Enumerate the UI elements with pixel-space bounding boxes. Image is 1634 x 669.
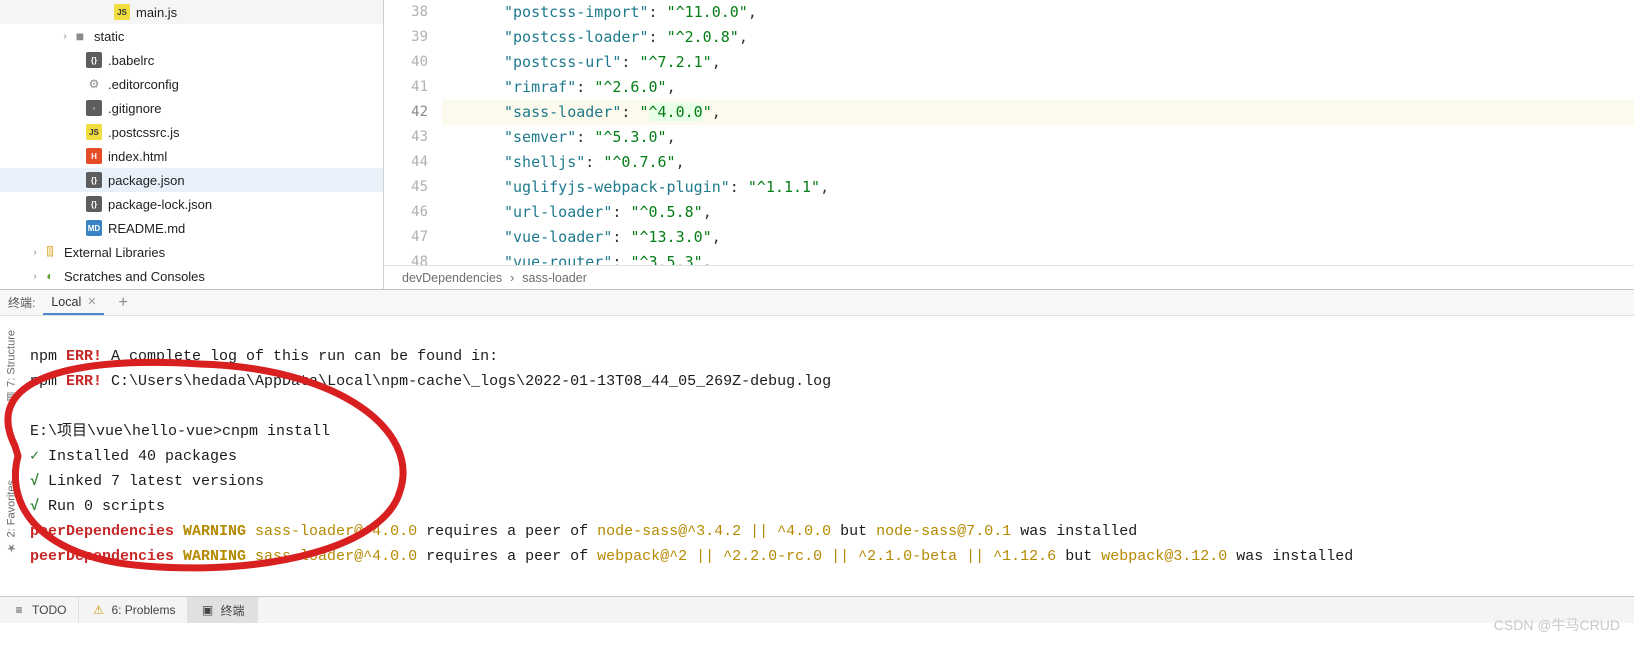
gear-icon: ⚙ (86, 76, 102, 92)
main-split: JSmain.js›■static{}.babelrc⚙.editorconfi… (0, 0, 1634, 289)
warning-icon: ⚠ (91, 603, 105, 617)
tree-item[interactable]: ›⫿⫿ External Libraries (0, 240, 383, 264)
terminal-line: npm ERR! C:\Users\hedada\AppData\Local\n… (30, 369, 1622, 394)
tree-item[interactable]: JS main.js (0, 0, 383, 24)
code-line[interactable]: "semver": "^5.3.0", (442, 125, 1634, 150)
terminal-icon: ▣ (200, 603, 214, 617)
favorites-tool[interactable]: ★2: Favorites (5, 480, 18, 554)
md-icon: MD (86, 220, 102, 236)
breadcrumb-item[interactable]: devDependencies (402, 271, 502, 285)
tree-item-label: index.html (108, 149, 167, 164)
watermark: CSDN @牛马CRUD (1494, 615, 1620, 635)
scratch-icon: ◐ (42, 268, 58, 284)
terminal-line: peerDependencies WARNING sass-loader@^4.… (30, 544, 1622, 569)
chevron-right-icon[interactable]: › (58, 31, 72, 42)
tree-item-label: package-lock.json (108, 197, 212, 212)
tree-item-label: README.md (108, 221, 185, 236)
code-lines[interactable]: "postcss-import": "^11.0.0","postcss-loa… (442, 0, 1634, 265)
chevron-right-icon: › (510, 271, 514, 285)
tree-item-label: .babelrc (108, 53, 154, 68)
terminal-label: 终端: (8, 294, 35, 311)
problems-tab[interactable]: ⚠6: Problems (79, 597, 188, 623)
code-line[interactable]: "vue-router": "^3.5.3", (442, 250, 1634, 265)
tree-item-label: package.json (108, 173, 185, 188)
close-icon[interactable]: ✕ (87, 295, 96, 308)
terminal-line: npm ERR! A complete log of this run can … (30, 344, 1622, 369)
code-line[interactable]: "url-loader": "^0.5.8", (442, 200, 1634, 225)
babel-icon: {} (86, 52, 102, 68)
list-icon: ≡ (12, 603, 26, 617)
terminal-line: peerDependencies WARNING sass-loader@^4.… (30, 519, 1622, 544)
code-line[interactable]: "postcss-loader": "^2.0.8", (442, 25, 1634, 50)
left-tool-strip: ▤7: Structure ★2: Favorites (1, 330, 21, 554)
structure-tool[interactable]: ▤7: Structure (5, 330, 18, 404)
terminal-line: ✓ Installed 40 packages (30, 444, 1622, 469)
tree-item[interactable]: Hindex.html (0, 144, 383, 168)
tree-item[interactable]: {} .babelrc (0, 48, 383, 72)
folder-icon: ■ (72, 28, 88, 44)
code-line[interactable]: "postcss-url": "^7.2.1", (442, 50, 1634, 75)
code-line[interactable]: "sass-loader": "^4.0.0", (442, 100, 1634, 125)
tree-item[interactable]: ◦ .gitignore (0, 96, 383, 120)
chevron-right-icon[interactable]: › (28, 247, 42, 258)
terminal-bottom-tab[interactable]: ▣终端 (188, 597, 257, 623)
tree-item-label: static (94, 29, 124, 44)
code-line[interactable]: "shelljs": "^0.7.6", (442, 150, 1634, 175)
line-gutter: 383940414243444546474849 (384, 0, 442, 265)
breadcrumb[interactable]: devDependencies › sass-loader (384, 265, 1634, 289)
status-bar: ≡TODO ⚠6: Problems ▣终端 (0, 596, 1634, 623)
add-terminal-button[interactable]: + (112, 294, 133, 312)
json-icon: {} (86, 172, 102, 188)
tree-item[interactable]: {} package-lock.json (0, 192, 383, 216)
tree-item-label: .gitignore (108, 101, 161, 116)
project-tree[interactable]: JSmain.js›■static{}.babelrc⚙.editorconfi… (0, 0, 384, 289)
tree-item-label: main.js (136, 5, 177, 20)
tree-item[interactable]: MD README.md (0, 216, 383, 240)
js-cfg-icon: JS (86, 124, 102, 140)
code-line[interactable]: "postcss-import": "^11.0.0", (442, 0, 1634, 25)
terminal-tab-local[interactable]: Local ✕ (43, 291, 104, 315)
tree-item-label: .editorconfig (108, 77, 179, 92)
tree-item[interactable]: ›■ static (0, 24, 383, 48)
tree-item[interactable]: ⚙ .editorconfig (0, 72, 383, 96)
terminal-line: √ Run 0 scripts (30, 494, 1622, 519)
lib-icon: ⫿⫿ (42, 244, 58, 260)
code-line[interactable]: "vue-loader": "^13.3.0", (442, 225, 1634, 250)
terminal-tabs: 终端: Local ✕ + (0, 289, 1634, 316)
tree-item-label: External Libraries (64, 245, 165, 260)
todo-tab[interactable]: ≡TODO (0, 597, 79, 623)
html-icon: H (86, 148, 102, 164)
editor[interactable]: 383940414243444546474849 "postcss-import… (384, 0, 1634, 289)
code-line[interactable]: "rimraf": "^2.6.0", (442, 75, 1634, 100)
tree-item[interactable]: {} package.json (0, 168, 383, 192)
tree-item-label: .postcssrc.js (108, 125, 180, 140)
breadcrumb-item[interactable]: sass-loader (522, 271, 587, 285)
terminal-output[interactable]: npm ERR! A complete log of this run can … (0, 316, 1634, 596)
tree-item[interactable]: JS .postcssrc.js (0, 120, 383, 144)
terminal-line: E:\项目\vue\hello-vue>cnpm install (30, 419, 1622, 444)
js-icon: JS (114, 4, 130, 20)
git-icon: ◦ (86, 100, 102, 116)
chevron-right-icon[interactable]: › (28, 271, 42, 282)
terminal-line: √ Linked 7 latest versions (30, 469, 1622, 494)
code-area[interactable]: 383940414243444546474849 "postcss-import… (384, 0, 1634, 265)
tree-item-label: Scratches and Consoles (64, 269, 205, 284)
json-icon: {} (86, 196, 102, 212)
code-line[interactable]: "uglifyjs-webpack-plugin": "^1.1.1", (442, 175, 1634, 200)
tree-item[interactable]: ›◐ Scratches and Consoles (0, 264, 383, 288)
